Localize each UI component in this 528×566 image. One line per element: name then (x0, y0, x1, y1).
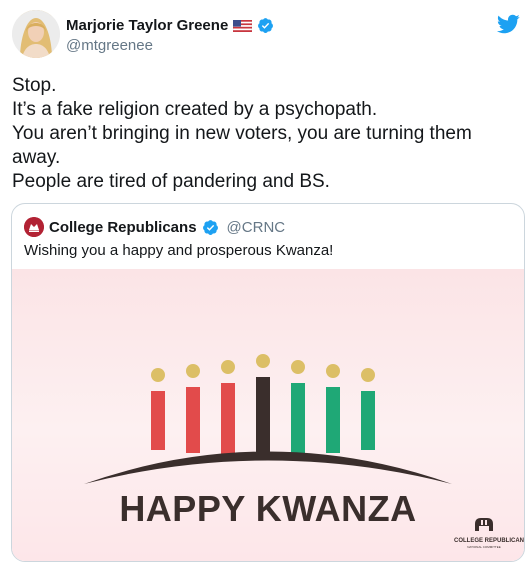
avatar[interactable] (12, 10, 60, 58)
happy-kwanza-headline: HAPPY KWANZA (119, 488, 417, 529)
author-handle[interactable]: @mtgreenee (66, 37, 153, 54)
elephant-logo-icon (475, 518, 493, 531)
candle-flame (361, 368, 375, 382)
tweet-line: Stop. (12, 75, 57, 96)
quoted-header: College Republicans @CRNC (24, 216, 285, 238)
candle-flame (186, 364, 200, 378)
candle (291, 383, 305, 456)
author-name-row: Marjorie Taylor Greene (66, 14, 274, 36)
tweet-text: Stop. It’s a fake religion created by a … (12, 74, 517, 194)
quoted-avatar (24, 217, 44, 237)
candle (326, 387, 340, 453)
candle (186, 387, 200, 453)
candle-flame (221, 360, 235, 374)
tweet-line: It’s a fake religion created by a psycho… (12, 99, 378, 120)
crnc-logo: COLLEGE REPUBLICAN NATIONAL COMMITTEE (454, 515, 525, 549)
quoted-tweet[interactable]: College Republicans @CRNC Wishing you a … (11, 203, 525, 562)
tweet-card: Marjorie Taylor Greene @mtgreenee Stop. (0, 0, 528, 566)
candle-flame (151, 368, 165, 382)
quoted-text: Wishing you a happy and prosperous Kwanz… (24, 242, 334, 259)
tweet-line: People are tired of pandering and BS. (12, 171, 330, 192)
tweet-line: You aren’t bringing in new voters, you a… (12, 123, 472, 168)
us-flag-icon (233, 19, 253, 33)
quoted-author-name[interactable]: College Republicans (49, 219, 197, 236)
candle (361, 391, 375, 450)
twitter-bird-icon[interactable] (496, 12, 520, 36)
kinara-base (84, 451, 452, 484)
verified-badge-icon (257, 17, 274, 34)
kwanzaa-image[interactable]: HAPPY KWANZA COLLEGE REPUBLICAN NATIONAL… (12, 269, 524, 561)
candle-flame (291, 360, 305, 374)
candle-flame (326, 364, 340, 378)
candle (151, 391, 165, 450)
candle-flame (256, 354, 270, 368)
quoted-author-handle[interactable]: @CRNC (227, 219, 286, 236)
logo-subtext: NATIONAL COMMITTEE (467, 545, 501, 549)
candle (256, 377, 270, 459)
author-name[interactable]: Marjorie Taylor Greene (66, 17, 228, 34)
logo-text: COLLEGE REPUBLICAN (454, 538, 525, 544)
candle (221, 383, 235, 456)
verified-badge-icon (202, 219, 219, 236)
